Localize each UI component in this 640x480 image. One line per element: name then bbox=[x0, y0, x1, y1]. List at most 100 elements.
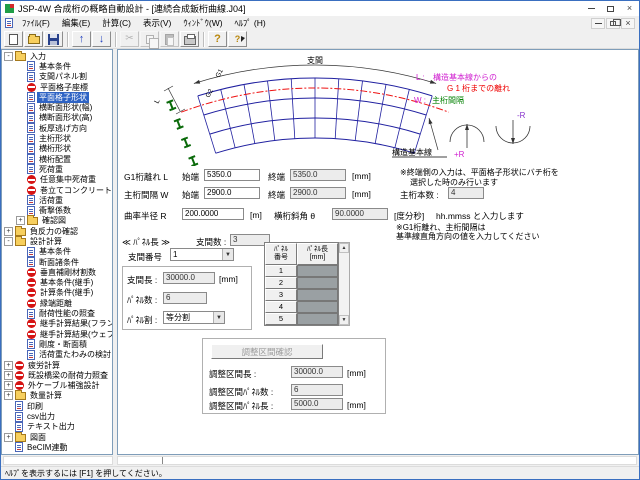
panel-length-cell[interactable] bbox=[297, 277, 338, 289]
tree-item[interactable]: 衝撃係数 bbox=[2, 205, 112, 215]
tree-item[interactable]: 継手計算結果(フランジ) bbox=[2, 319, 112, 329]
tree-item[interactable]: 基本条件 bbox=[2, 247, 112, 257]
adjust-confirm-button[interactable]: 調整区間確認 bbox=[211, 344, 323, 359]
panel-no-cell: 3 bbox=[265, 289, 297, 301]
tree-item-label[interactable]: BeCIM連動 bbox=[25, 442, 69, 453]
tree-item[interactable]: 縁端距離 bbox=[2, 298, 112, 308]
tree-item[interactable]: 支間パネル割 bbox=[2, 72, 112, 82]
tree-item[interactable]: 主桁形状 bbox=[2, 133, 112, 143]
save-button[interactable] bbox=[44, 31, 63, 47]
close-button[interactable]: × bbox=[620, 2, 639, 15]
toolbar-separator bbox=[67, 32, 69, 47]
tree-item[interactable]: csv出力 bbox=[2, 411, 112, 421]
page-icon bbox=[27, 164, 35, 174]
mdi-restore-button[interactable] bbox=[606, 18, 620, 29]
menu-item[interactable]: ｳｨﾝﾄﾞｳ(W) bbox=[177, 17, 228, 29]
tree-expand-toggle[interactable]: + bbox=[4, 433, 13, 442]
chevron-down-icon[interactable]: ▼ bbox=[222, 249, 233, 260]
tree-expand-toggle[interactable]: + bbox=[4, 361, 13, 370]
content-hscrollbar[interactable] bbox=[117, 456, 637, 465]
panel-split-combobox[interactable]: 等分割 ▼ bbox=[163, 311, 225, 324]
tree-expand-toggle[interactable]: + bbox=[4, 371, 13, 380]
panel-length-cell[interactable] bbox=[297, 289, 338, 301]
tree-item[interactable]: 印刷 bbox=[2, 401, 112, 411]
g1-start-input[interactable]: 5350.0 bbox=[204, 169, 260, 181]
maximize-button[interactable] bbox=[601, 2, 620, 15]
minimize-button[interactable] bbox=[582, 2, 601, 15]
tree-item[interactable]: 死荷重 bbox=[2, 164, 112, 174]
status-text: ﾍﾙﾌﾟを表示するには [F1] を押してください。 bbox=[5, 468, 167, 479]
print-button[interactable] bbox=[180, 31, 199, 47]
tree-item[interactable]: +外ケーブル補強設計 bbox=[2, 381, 112, 391]
tree-item[interactable]: 平面格子形状 bbox=[2, 92, 112, 102]
tree-item[interactable]: +疲労計算 bbox=[2, 360, 112, 370]
new-button[interactable] bbox=[4, 31, 23, 47]
panel-length-cell[interactable] bbox=[297, 313, 338, 325]
tree-item[interactable]: -入力 bbox=[2, 51, 112, 61]
tree-item[interactable]: 活荷重たわみの検討 bbox=[2, 350, 112, 360]
page-icon bbox=[27, 103, 35, 113]
span-no-combobox[interactable]: 1 ▼ bbox=[170, 248, 234, 261]
tree-item[interactable]: 横断面形状(高) bbox=[2, 113, 112, 123]
tree-item[interactable]: 活荷重 bbox=[2, 195, 112, 205]
panel-split-value: 等分割 bbox=[164, 312, 213, 323]
tree-expand-toggle[interactable]: + bbox=[16, 216, 25, 225]
tree-item[interactable]: 耐荷性能の照査 bbox=[2, 308, 112, 318]
help-button[interactable]: ? bbox=[208, 31, 227, 47]
tree-item[interactable]: 平面格子座標 bbox=[2, 82, 112, 92]
tree-item[interactable]: 計算条件(継手) bbox=[2, 288, 112, 298]
tree-item[interactable]: 基本条件 bbox=[2, 61, 112, 71]
tree-item[interactable]: +確認図 bbox=[2, 216, 112, 226]
menu-item[interactable]: 表示(V) bbox=[137, 17, 177, 29]
tree-item[interactable]: +数量計算 bbox=[2, 391, 112, 401]
tree-expand-toggle[interactable]: + bbox=[4, 391, 13, 400]
scroll-down-icon[interactable]: ▼ bbox=[339, 315, 349, 325]
tree-item[interactable]: 板厚逃げ方向 bbox=[2, 123, 112, 133]
content-pane: 支間 G1 G2 L 構造基本線 L : 構造基本線からの G 1 桁までの離れ… bbox=[117, 49, 639, 455]
tree-item[interactable]: +図面 bbox=[2, 432, 112, 442]
open-button[interactable] bbox=[24, 31, 43, 47]
page-icon bbox=[27, 92, 35, 102]
tree-hscrollbar[interactable] bbox=[3, 456, 113, 465]
tree-item[interactable]: 基本条件(継手) bbox=[2, 278, 112, 288]
menu-item[interactable]: 計算(C) bbox=[96, 17, 137, 29]
page-icon bbox=[27, 61, 35, 71]
panel-length-cell[interactable] bbox=[297, 265, 338, 277]
scroll-up-icon[interactable]: ▲ bbox=[339, 243, 349, 253]
menu-item[interactable]: 編集(E) bbox=[56, 17, 96, 29]
chevron-down-icon[interactable]: ▼ bbox=[213, 312, 224, 323]
tree-item[interactable]: BeCIM連動 bbox=[2, 442, 112, 452]
tree-expand-toggle[interactable]: - bbox=[4, 237, 13, 246]
table-scrollbar[interactable]: ▲ ▼ bbox=[339, 242, 350, 326]
tree-item[interactable]: テキスト出力 bbox=[2, 422, 112, 432]
tree-item[interactable]: 横断面形状(幅) bbox=[2, 102, 112, 112]
context-help-button[interactable]: ? bbox=[228, 31, 247, 47]
move-down-button[interactable]: ↓ bbox=[92, 31, 111, 47]
tree-item[interactable]: 剛度・断面積 bbox=[2, 339, 112, 349]
tree-item[interactable]: 横桁形状 bbox=[2, 144, 112, 154]
tree-item[interactable]: 任意集中死荷重 bbox=[2, 175, 112, 185]
tree-expand-toggle[interactable]: - bbox=[4, 52, 13, 61]
print-icon bbox=[184, 36, 196, 45]
menu-item[interactable]: ﾍﾙﾌﾟ (H) bbox=[229, 17, 272, 29]
girder-symbol-icon bbox=[188, 155, 198, 166]
mdi-close-button[interactable]: × bbox=[621, 18, 635, 29]
radius-input[interactable]: 200.0000 bbox=[182, 208, 244, 220]
mdi-minimize-button[interactable] bbox=[591, 18, 605, 29]
move-up-button[interactable]: ↑ bbox=[72, 31, 91, 47]
tree-item[interactable]: 断面諸条件 bbox=[2, 257, 112, 267]
tree-item[interactable]: -設計計算 bbox=[2, 236, 112, 246]
tree-expand-toggle[interactable]: + bbox=[4, 381, 13, 390]
page-icon bbox=[15, 412, 23, 422]
tree-item[interactable]: 横桁配置 bbox=[2, 154, 112, 164]
tree-item[interactable]: +既設橋梁の耐荷力照査 bbox=[2, 370, 112, 380]
tree-item[interactable]: 継手計算結果(ウェブ) bbox=[2, 329, 112, 339]
tree-expand-toggle[interactable]: + bbox=[4, 227, 13, 236]
panel-length-cell[interactable] bbox=[297, 301, 338, 313]
tree-item[interactable]: 巻立てコンクリート bbox=[2, 185, 112, 195]
spacing-start-input[interactable]: 2900.0 bbox=[204, 187, 260, 199]
tree-item[interactable]: +負反力の確認 bbox=[2, 226, 112, 236]
menu-item[interactable]: ﾌｧｲﾙ(F) bbox=[16, 17, 56, 29]
tree-item[interactable]: 垂直補剛材割数 bbox=[2, 267, 112, 277]
prohibited-icon bbox=[27, 83, 36, 92]
